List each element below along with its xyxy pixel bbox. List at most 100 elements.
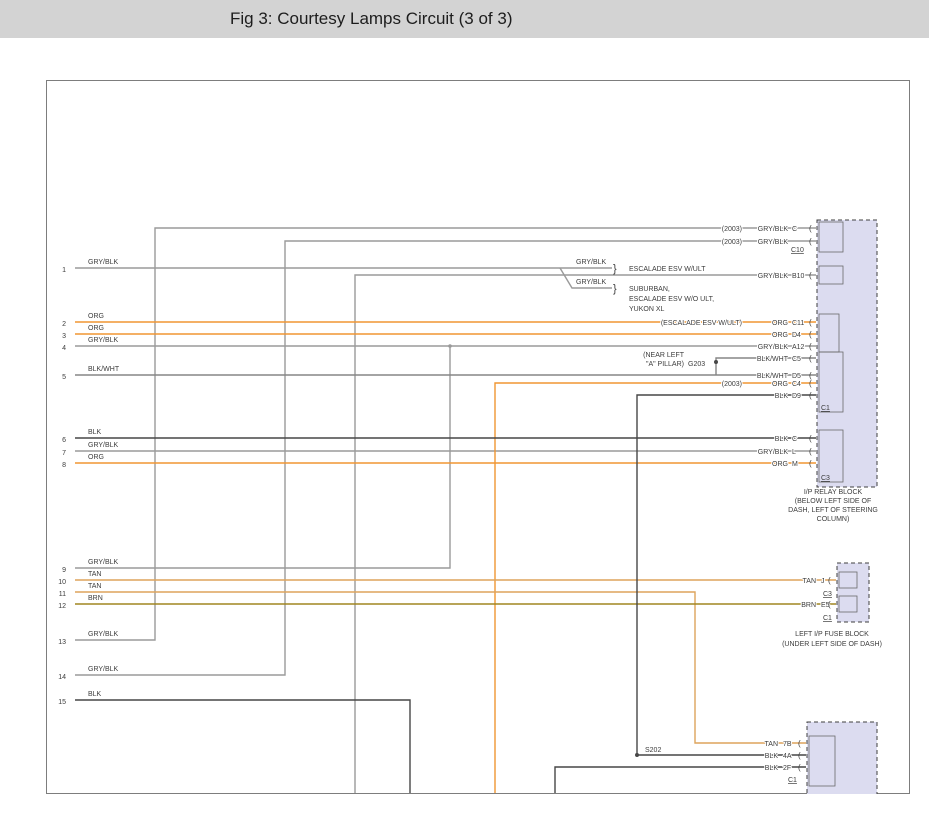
terminal-icon: (: [809, 330, 812, 339]
pin-label: 7B: [783, 741, 792, 748]
wire-13-number: 13: [58, 639, 66, 646]
wire-15-number: 15: [58, 699, 66, 706]
pin-label: L: [792, 449, 796, 456]
pin-label: D9: [792, 393, 801, 400]
branch-color-label: GRY/BLK: [576, 279, 607, 286]
splice-id-label: S202: [645, 747, 661, 754]
variant-note: (ESCALADE ESV W/ULT): [661, 320, 742, 327]
junction-dot: [448, 344, 452, 348]
ground-location-note: "A" PILLAR): [646, 361, 684, 368]
pin-label: C4: [792, 381, 801, 388]
year-note: (2003): [722, 381, 742, 388]
variant-label: ESCALADE ESV W/ULT: [629, 266, 706, 273]
connector-label-c1: C1: [788, 777, 797, 784]
wire-4-number: 4: [62, 345, 66, 352]
ip-relay-block: [817, 220, 877, 487]
wire-9-number: 9: [62, 567, 66, 574]
splice-s202-dot: [635, 753, 639, 757]
pin-color-label: BLK: [775, 393, 789, 400]
terminal-icon: (: [798, 763, 801, 772]
terminal-icon: (: [809, 391, 812, 400]
terminal-icon: (: [809, 434, 812, 443]
pin-color-label: GRY/BLK: [758, 226, 789, 233]
ground-location-note: (NEAR LEFT: [643, 352, 685, 359]
terminal-icon: (: [809, 271, 812, 280]
figure-page: Fig 3: Courtesy Lamps Circuit (3 of 3): [0, 0, 929, 816]
pin-color-label: BLK: [765, 765, 779, 772]
pin-label: C: [792, 226, 797, 233]
terminal-icon: (: [798, 751, 801, 760]
pin-label: B10: [792, 273, 805, 280]
wire-8-color-label: ORG: [88, 454, 104, 461]
wire-5-color-label: BLK/WHT: [88, 366, 120, 373]
terminal-icon: (: [809, 224, 812, 233]
variant-label: ESCALADE ESV W/O ULT,: [629, 296, 714, 303]
pin-color-label: ORG: [772, 461, 788, 468]
wire-11-color-label: TAN: [88, 583, 101, 590]
terminal-icon: (: [809, 318, 812, 327]
wire-1-color-label: GRY/BLK: [88, 259, 119, 266]
wire-1-number: 1: [62, 267, 66, 274]
pin-color-label: BLK: [775, 436, 789, 443]
wire-3-color-label: ORG: [88, 325, 104, 332]
wire-2-color-label: ORG: [88, 313, 104, 320]
wire-14-color-label: GRY/BLK: [88, 666, 119, 673]
pin-color-label: TAN: [803, 578, 816, 585]
terminal-icon: (: [809, 459, 812, 468]
brace-icon: }: [613, 263, 617, 275]
pin-color-label: GRY/BLK: [758, 239, 789, 246]
pin-label: 4A: [783, 753, 792, 760]
connector-label-c10: C10: [791, 247, 804, 254]
pin-label: D4: [792, 332, 801, 339]
pin-color-label: BRN: [801, 602, 816, 609]
wire-13-color-label: GRY/BLK: [88, 631, 119, 638]
wire-12-number: 12: [58, 603, 66, 610]
terminal-icon: (: [809, 237, 812, 246]
connector-label-c1: C1: [823, 615, 832, 622]
pin-label: C: [792, 436, 797, 443]
branch-color-label: GRY/BLK: [576, 259, 607, 266]
terminal-icon: (: [798, 739, 801, 748]
ground-id-label: G203: [688, 361, 705, 368]
pin-color-label: ORG: [772, 320, 788, 327]
connector-label-c1: C1: [821, 405, 830, 412]
wire-12-color-label: BRN: [88, 595, 103, 602]
year-note: (2003): [722, 239, 742, 246]
pin-color-label: BLK/WHT: [757, 356, 789, 363]
wire-9-color-label: GRY/BLK: [88, 559, 119, 566]
pin-color-label: BLK: [765, 753, 779, 760]
pin-label: J: [821, 578, 825, 585]
wire-15-color-label: BLK: [88, 691, 102, 698]
pin-label: C5: [792, 356, 801, 363]
wire-10-color-label: TAN: [88, 571, 101, 578]
pin-label: 2F: [783, 765, 791, 772]
pin-color-label: GRY/BLK: [758, 273, 789, 280]
terminal-icon: (: [828, 576, 831, 585]
bottom-connector-block: [807, 722, 877, 796]
pin-color-label: TAN: [765, 741, 778, 748]
wire-3-number: 3: [62, 333, 66, 340]
pin-color-label: ORG: [772, 381, 788, 388]
terminal-icon: (: [809, 447, 812, 456]
wire-8-number: 8: [62, 462, 66, 469]
year-note: (2003): [722, 226, 742, 233]
fuse-block-caption: (UNDER LEFT SIDE OF DASH): [782, 641, 882, 648]
fuse-block-caption: LEFT I/P FUSE BLOCK: [795, 631, 869, 638]
brace-icon: }: [613, 283, 617, 295]
wire-6-color-label: BLK: [88, 429, 102, 436]
connector-label-c3: C3: [823, 591, 832, 598]
pin-label: C11: [792, 320, 804, 327]
pin-color-label: GRY/BLK: [758, 449, 789, 456]
pin-label: A12: [792, 344, 805, 351]
variant-label: YUKON XL: [629, 306, 665, 313]
pin-label: D5: [792, 373, 801, 380]
pin-color-label: GRY/BLK: [758, 344, 789, 351]
pin-color-label: ORG: [772, 332, 788, 339]
relay-block-caption: COLUMN): [817, 516, 850, 523]
terminal-icon: (: [809, 342, 812, 351]
terminal-icon: (: [809, 379, 812, 388]
wire-14-number: 14: [58, 674, 66, 681]
wiring-diagram-canvas: GRY/BLK 1 ORG 2 ORG 3 GRY/BLK 4 BLK/WHT …: [0, 0, 929, 816]
terminal-icon: (: [809, 354, 812, 363]
wire-6-number: 6: [62, 437, 66, 444]
